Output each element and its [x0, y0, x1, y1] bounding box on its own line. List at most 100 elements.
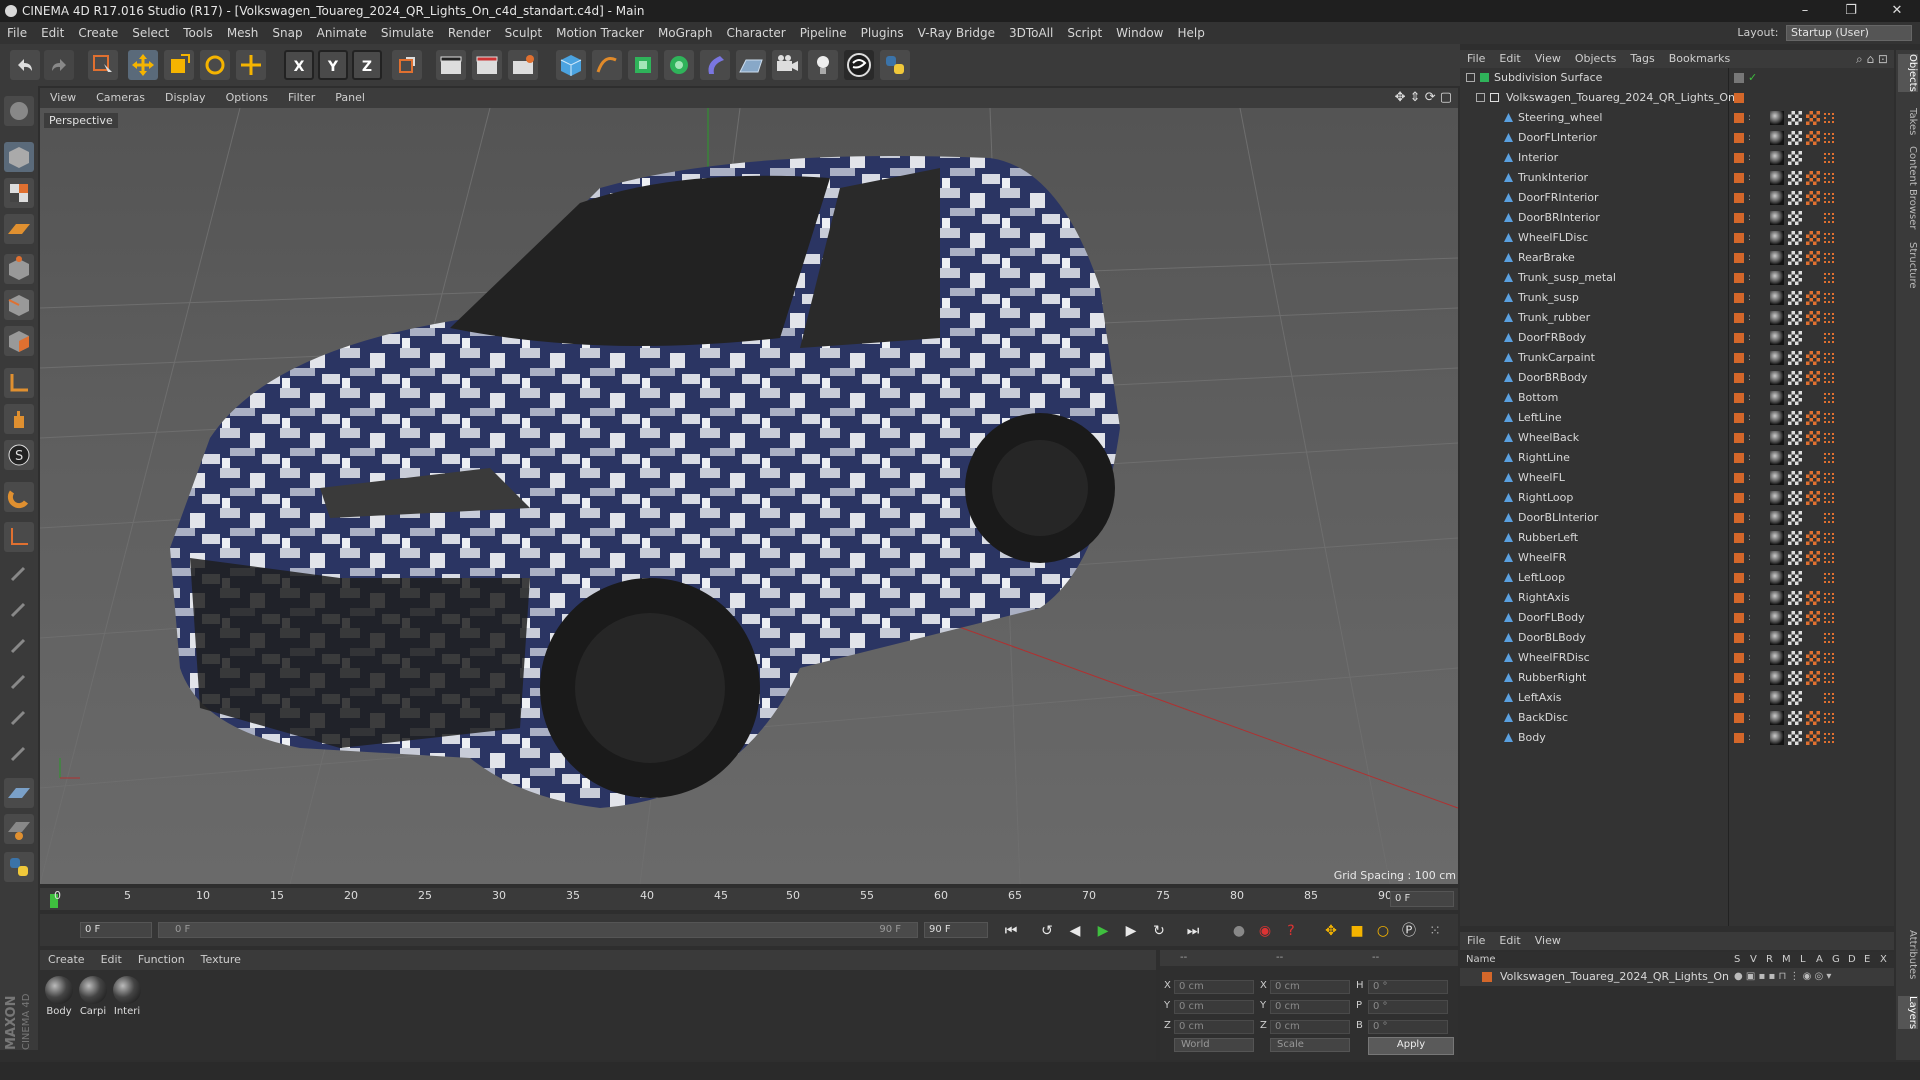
layer-color-swatch[interactable] — [1734, 373, 1744, 383]
object-menu-file[interactable]: File — [1460, 50, 1492, 68]
start-frame-field[interactable]: 0 F — [80, 922, 152, 938]
material-tag-icon[interactable] — [1770, 611, 1784, 625]
add-mograph-button[interactable] — [664, 50, 694, 80]
texture-tag-icon[interactable] — [1806, 171, 1820, 185]
object-row[interactable]: Trunk_rubber: — [1460, 308, 1894, 328]
layer-menu-view[interactable]: View — [1528, 932, 1568, 950]
go-to-end-button[interactable]: ⏭ — [1182, 921, 1204, 941]
visibility-dots-icon[interactable]: : — [1748, 608, 1751, 628]
material-tag-icon[interactable] — [1770, 451, 1784, 465]
visibility-dots-icon[interactable]: : — [1748, 268, 1751, 288]
z-axis-lock-button[interactable]: Z — [352, 50, 382, 80]
texture-tag-icon[interactable] — [1806, 531, 1820, 545]
material-tag-icon[interactable] — [1770, 711, 1784, 725]
texture-tag-icon[interactable] — [1788, 131, 1802, 145]
points-mode-button[interactable] — [4, 254, 34, 284]
visibility-dots-icon[interactable]: : — [1748, 288, 1751, 308]
object-row[interactable]: LeftLoop: — [1460, 568, 1894, 588]
object-row[interactable]: RightLine: — [1460, 448, 1894, 468]
texture-tag-icon[interactable] — [1788, 271, 1802, 285]
texture-tag-icon[interactable] — [1806, 431, 1820, 445]
texture-tag-icon[interactable] — [1806, 251, 1820, 265]
scale-tool-button[interactable] — [164, 50, 194, 80]
tree-root-row[interactable]: Subdivision Surface ✓ — [1460, 68, 1894, 88]
object-row[interactable]: DoorBRBody: — [1460, 368, 1894, 388]
key-pla-button[interactable]: ⁙ — [1424, 921, 1446, 941]
selection-tag-icon[interactable] — [1824, 553, 1834, 563]
visibility-dots-icon[interactable]: : — [1748, 208, 1751, 228]
material-swatch[interactable]: Interi — [112, 976, 142, 1017]
object-row[interactable]: WheelBack: — [1460, 428, 1894, 448]
selection-tag-icon[interactable] — [1824, 213, 1834, 223]
layer-color-swatch[interactable] — [1734, 713, 1744, 723]
timeline-ruler[interactable]: 0 5 10 15 20 25 30 35 40 45 50 55 60 65 … — [40, 888, 1458, 910]
add-generator-button[interactable] — [628, 50, 658, 80]
selection-tag-icon[interactable] — [1824, 433, 1834, 443]
key-rotation-button[interactable]: ○ — [1372, 921, 1394, 941]
visibility-dots-icon[interactable]: : — [1748, 148, 1751, 168]
selection-tag-icon[interactable] — [1824, 693, 1834, 703]
texture-tag-icon[interactable] — [1806, 611, 1820, 625]
object-row[interactable]: RubberLeft: — [1460, 528, 1894, 548]
object-row[interactable]: Trunk_susp_metal: — [1460, 268, 1894, 288]
menu-tools[interactable]: Tools — [176, 22, 220, 44]
viewport-menu-options[interactable]: Options — [216, 88, 278, 108]
object-menu-bookmarks[interactable]: Bookmarks — [1662, 50, 1737, 68]
texture-tag-icon[interactable] — [1788, 631, 1802, 645]
viewport-menu-panel[interactable]: Panel — [325, 88, 375, 108]
material-menu-texture[interactable]: Texture — [193, 950, 249, 970]
key-position-button[interactable]: ✥ — [1320, 921, 1342, 941]
rotation-b-field[interactable]: 0 ° — [1368, 1020, 1448, 1034]
menu-help[interactable]: Help — [1170, 22, 1211, 44]
texture-tag-icon[interactable] — [1806, 131, 1820, 145]
apply-button[interactable]: Apply — [1368, 1037, 1454, 1055]
viewport-menu-cameras[interactable]: Cameras — [86, 88, 155, 108]
layer-color-swatch[interactable] — [1734, 213, 1744, 223]
visibility-dots-icon[interactable]: : — [1748, 448, 1751, 468]
object-row[interactable]: DoorFLInterior: — [1460, 128, 1894, 148]
object-row[interactable]: LeftLine: — [1460, 408, 1894, 428]
object-row[interactable]: WheelFR: — [1460, 548, 1894, 568]
brush-tool-1-button[interactable] — [4, 558, 34, 588]
menu-simulate[interactable]: Simulate — [374, 22, 441, 44]
layer-color-swatch[interactable] — [1734, 453, 1744, 463]
layer-color-swatch[interactable] — [1734, 593, 1744, 603]
layer-color-swatch[interactable] — [1734, 413, 1744, 423]
object-menu-edit[interactable]: Edit — [1492, 50, 1527, 68]
texture-tag-icon[interactable] — [1806, 231, 1820, 245]
selection-tag-icon[interactable] — [1824, 473, 1834, 483]
menu-3dtoall[interactable]: 3DToAll — [1002, 22, 1060, 44]
close-button[interactable]: ✕ — [1874, 0, 1920, 22]
visibility-dots-icon[interactable]: : — [1748, 388, 1751, 408]
selection-tag-icon[interactable] — [1824, 353, 1834, 363]
restore-button[interactable]: ❐ — [1828, 0, 1874, 22]
minimize-button[interactable]: – — [1782, 0, 1828, 22]
texture-tag-icon[interactable] — [1788, 111, 1802, 125]
layer-color-swatch[interactable] — [1734, 113, 1744, 123]
layer-color-swatch[interactable] — [1734, 553, 1744, 563]
layer-color-swatch[interactable] — [1734, 533, 1744, 543]
vray-button[interactable] — [844, 50, 874, 80]
texture-tag-icon[interactable] — [1806, 191, 1820, 205]
visibility-dots-icon[interactable]: : — [1748, 108, 1751, 128]
selection-tag-icon[interactable] — [1824, 233, 1834, 243]
object-row[interactable]: RightAxis: — [1460, 588, 1894, 608]
menu-script[interactable]: Script — [1060, 22, 1109, 44]
object-row[interactable]: RubberRight: — [1460, 668, 1894, 688]
texture-tag-icon[interactable] — [1788, 431, 1802, 445]
visibility-dots-icon[interactable]: : — [1748, 468, 1751, 488]
texture-tag-icon[interactable] — [1788, 371, 1802, 385]
material-tag-icon[interactable] — [1770, 591, 1784, 605]
model-mode-button[interactable] — [4, 142, 34, 172]
texture-tag-icon[interactable] — [1788, 211, 1802, 225]
move-tool-button[interactable] — [128, 50, 158, 80]
layer-color-swatch[interactable] — [1734, 473, 1744, 483]
texture-tag-icon[interactable] — [1788, 731, 1802, 745]
material-tag-icon[interactable] — [1770, 211, 1784, 225]
selection-tag-icon[interactable] — [1824, 533, 1834, 543]
layer-color-swatch[interactable] — [1734, 193, 1744, 203]
visibility-dots-icon[interactable]: : — [1748, 308, 1751, 328]
material-tag-icon[interactable] — [1770, 311, 1784, 325]
selection-tag-icon[interactable] — [1824, 373, 1834, 383]
layer-color-swatch[interactable] — [1734, 613, 1744, 623]
